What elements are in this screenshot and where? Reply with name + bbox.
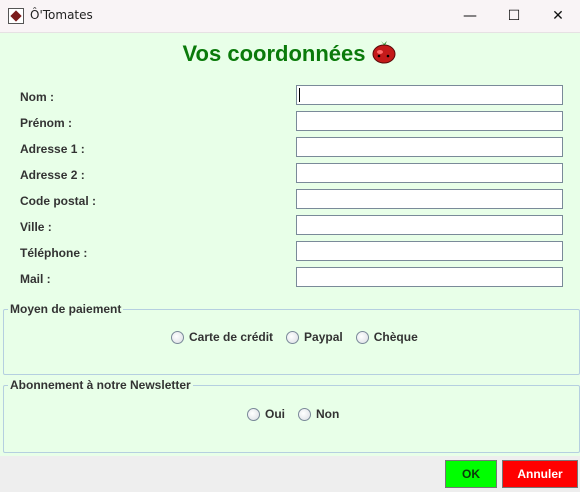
newsletter-option-oui[interactable]: Oui xyxy=(247,407,285,421)
newsletter-option-non[interactable]: Non xyxy=(298,407,339,421)
cancel-button[interactable]: Annuler xyxy=(502,460,578,488)
radio-button[interactable] xyxy=(247,407,260,421)
radio-label: Paypal xyxy=(304,330,343,344)
payment-legend: Moyen de paiement xyxy=(8,302,124,316)
radio-label: Non xyxy=(316,407,340,421)
nom-field[interactable] xyxy=(296,85,563,105)
close-icon: ✕ xyxy=(552,8,564,24)
radio-label: Chèque xyxy=(373,330,418,344)
payment-options: Carte de crédit Paypal Chèque xyxy=(171,330,431,344)
window-title: Ô'Tomates xyxy=(30,8,93,22)
code-postal-label: Code postal : xyxy=(20,194,97,208)
text-caret xyxy=(299,88,300,102)
page-title: Vos coordonnées xyxy=(182,41,366,66)
tomato-icon xyxy=(372,41,396,64)
prenom-label: Prénom : xyxy=(20,116,73,130)
mail-field[interactable] xyxy=(296,267,563,287)
adresse1-label: Adresse 1 : xyxy=(20,142,85,156)
adresse1-field[interactable] xyxy=(296,137,563,157)
prenom-field[interactable] xyxy=(296,111,563,131)
adresse2-field[interactable] xyxy=(296,163,563,183)
nom-label: Nom : xyxy=(20,90,54,104)
radio-button[interactable] xyxy=(355,330,369,344)
radio-button[interactable] xyxy=(286,330,300,344)
telephone-label: Téléphone : xyxy=(20,246,88,260)
adresse2-label: Adresse 2 : xyxy=(20,168,85,182)
app-icon xyxy=(8,8,24,24)
newsletter-options: Oui Non xyxy=(247,407,352,421)
ok-button[interactable]: OK xyxy=(445,460,497,488)
close-button[interactable]: ✕ xyxy=(536,0,580,32)
code-postal-field[interactable] xyxy=(296,189,563,209)
minimize-button[interactable]: — xyxy=(448,0,492,32)
payment-group: Moyen de paiement Carte de crédit Paypal… xyxy=(3,302,580,375)
button-bar: OK Annuler xyxy=(0,456,580,492)
radio-label: Carte de crédit xyxy=(189,330,274,344)
ville-label: Ville : xyxy=(20,220,52,234)
radio-button[interactable] xyxy=(298,407,311,421)
title-bar[interactable]: Ô'Tomates — ☐ ✕ xyxy=(0,0,580,33)
payment-option-cheque[interactable]: Chèque xyxy=(355,330,418,344)
radio-label: Oui xyxy=(265,407,285,421)
telephone-field[interactable] xyxy=(296,241,563,261)
maximize-icon: ☐ xyxy=(507,8,521,24)
payment-option-paypal[interactable]: Paypal xyxy=(286,330,343,344)
payment-option-credit-card[interactable]: Carte de crédit xyxy=(171,330,273,344)
newsletter-group: Abonnement à notre Newsletter Oui Non xyxy=(3,378,580,453)
radio-button[interactable] xyxy=(171,330,184,344)
newsletter-legend: Abonnement à notre Newsletter xyxy=(8,378,193,392)
minimize-icon: — xyxy=(463,8,477,24)
maximize-button[interactable]: ☐ xyxy=(492,0,536,32)
mail-label: Mail : xyxy=(20,272,51,286)
page-heading: Vos coordonnées xyxy=(0,39,580,67)
ville-field[interactable] xyxy=(296,215,563,235)
form-panel: Vos coordonnées Nom : Prénom : Adresse 1… xyxy=(0,33,580,456)
